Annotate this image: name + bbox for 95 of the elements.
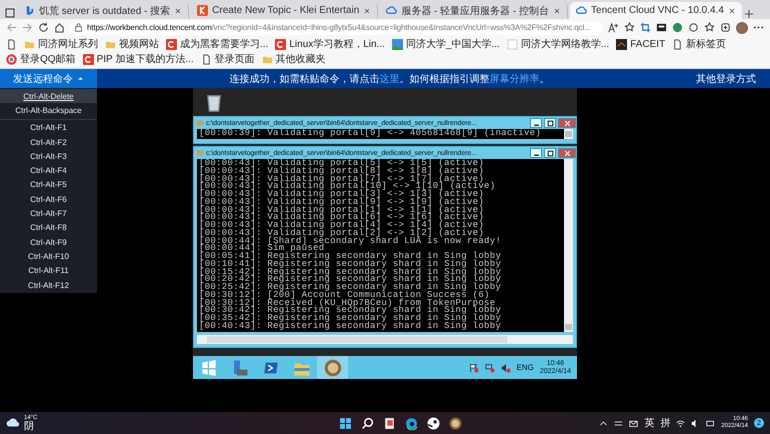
scrollbar[interactable] xyxy=(564,129,573,139)
command-item[interactable]: Ctrl-Alt-Delete xyxy=(0,89,97,104)
command-item[interactable]: Ctrl-Alt-F8 xyxy=(0,220,97,235)
mail-icon[interactable] xyxy=(629,418,638,428)
maximize-icon xyxy=(546,150,554,156)
command-item[interactable]: Ctrl-Alt-F2 xyxy=(0,134,97,150)
maximize-icon xyxy=(546,120,554,126)
search-logo-icon xyxy=(24,5,35,16)
globe-icon[interactable] xyxy=(672,22,683,33)
lock-icon xyxy=(74,23,83,32)
close-button[interactable] xyxy=(558,118,576,128)
bookmark[interactable]: Linux学习教程，Lin... xyxy=(275,37,385,51)
letter-c-icon xyxy=(166,38,177,50)
bookmark[interactable]: 同济大学网络教学... xyxy=(506,37,610,51)
command-item[interactable]: Ctrl-Alt-F5 xyxy=(0,178,97,192)
page-icon xyxy=(6,38,17,50)
star-plus-icon[interactable] xyxy=(624,22,635,33)
send-command-menu[interactable]: 发送远程命令 xyxy=(0,69,97,88)
caret-up-icon xyxy=(77,75,84,82)
scrollbar[interactable] xyxy=(197,334,573,344)
terminal-icon[interactable] xyxy=(262,360,278,376)
bookmark[interactable]: 其他收藏夹 xyxy=(262,52,326,66)
bookmark[interactable]: 成为黑客需要学习... xyxy=(166,37,268,51)
close-icon[interactable] xyxy=(174,6,182,14)
page-icon xyxy=(672,38,684,50)
flag-icon xyxy=(468,362,478,372)
close-icon xyxy=(564,120,570,126)
command-item[interactable]: Ctrl-Alt-F9 xyxy=(0,234,97,250)
letter-k-icon xyxy=(197,5,208,16)
login-method-link[interactable]: 其他登录方式 xyxy=(682,72,770,86)
ime-mode[interactable]: 拼 xyxy=(660,416,670,430)
command-item[interactable]: Ctrl-Alt-F4 xyxy=(0,163,97,178)
landscape-icon xyxy=(392,38,403,50)
battery-icon[interactable] xyxy=(706,418,716,428)
tab-actions-icon[interactable] xyxy=(4,7,16,19)
blank-page-icon xyxy=(506,38,518,50)
console-app-icon xyxy=(196,149,204,157)
chevron-up-icon[interactable] xyxy=(599,418,608,428)
letter-c-icon xyxy=(275,38,286,50)
speaker-icon xyxy=(500,362,510,372)
input-language[interactable]: ENG xyxy=(516,363,534,372)
minimize-button[interactable] xyxy=(530,118,542,128)
read-aloud-icon[interactable] xyxy=(608,22,619,33)
dark-tile-icon xyxy=(616,38,628,50)
close-icon[interactable] xyxy=(728,6,736,14)
command-item[interactable]: Ctrl-Alt-F1 xyxy=(0,120,97,135)
wifi-icon[interactable] xyxy=(676,418,686,428)
connection-message: 连接成功，如需粘贴命令，请点击这里。如何根据指引调整屏幕分辨率。 xyxy=(228,72,550,86)
help-link[interactable]: 这里 xyxy=(380,74,400,84)
bookmark[interactable]: 同济大学_中国大学... xyxy=(392,37,500,51)
maximize-button[interactable] xyxy=(544,118,556,128)
command-item[interactable]: Ctrl-Alt-F10 xyxy=(0,249,97,264)
favorites-icon[interactable] xyxy=(704,22,715,33)
help-link[interactable]: 屏幕分辨率 xyxy=(490,74,540,84)
profile-avatar[interactable] xyxy=(736,22,748,34)
letter-c-icon xyxy=(82,54,94,64)
bookmark[interactable]: PIP 加速下载的方法... xyxy=(82,52,194,66)
collections-icon[interactable] xyxy=(720,22,731,33)
home-icon[interactable] xyxy=(54,22,65,33)
command-item[interactable]: Ctrl-Alt-F11 xyxy=(0,264,97,278)
command-item[interactable]: Ctrl-Alt-Backspace xyxy=(0,103,97,118)
new-tab-icon[interactable] xyxy=(744,9,754,19)
forward-icon[interactable] xyxy=(22,22,33,33)
command-item[interactable]: Ctrl-Alt-F7 xyxy=(0,206,97,221)
scrollbar[interactable] xyxy=(564,159,573,332)
bookmark[interactable]: FACEIT xyxy=(616,38,666,50)
crop-icon[interactable] xyxy=(640,22,651,33)
cloud-icon xyxy=(386,5,398,16)
console-app-icon xyxy=(196,119,204,127)
bookmark[interactable]: 视频网站 xyxy=(105,37,159,51)
close-button[interactable] xyxy=(558,148,576,158)
tray-icon[interactable] xyxy=(614,418,624,428)
bookmark[interactable]: 同济网址系列 xyxy=(24,37,98,51)
reload-icon[interactable] xyxy=(38,22,49,33)
bookmark[interactable]: 新标签页 xyxy=(672,37,726,51)
command-item[interactable]: Ctrl-Alt-F12 xyxy=(0,278,97,292)
page-icon xyxy=(200,54,212,64)
ring-icon xyxy=(6,54,17,64)
start-icon[interactable] xyxy=(200,360,216,376)
close-icon[interactable] xyxy=(363,6,372,14)
maximize-button[interactable] xyxy=(544,148,556,158)
close-icon[interactable] xyxy=(553,6,562,14)
back-icon[interactable] xyxy=(6,22,17,33)
minimize-button[interactable] xyxy=(530,148,542,158)
bookmark[interactable]: 登录页面 xyxy=(200,52,255,66)
browser-tab[interactable]: Tencent Cloud VNC - 10.0.4.4 xyxy=(570,2,742,19)
command-item[interactable]: Ctrl-Alt-F6 xyxy=(0,192,97,206)
address-bar[interactable]: https://workbench.cloud.tencent.com/vnc?regionId=4&instanceId=lhins-g8ytx5u4&source=lighthouse&InstanceVncUrl=wss%3A%2F%2Fshvnc.qcl... xyxy=(70,20,603,34)
close-icon xyxy=(564,150,570,156)
network-icon xyxy=(484,362,494,372)
ime-language[interactable]: 英 xyxy=(644,416,654,430)
cloud-icon xyxy=(576,5,588,16)
command-item[interactable]: Ctrl-Alt-F3 xyxy=(0,149,97,164)
tile-icon[interactable] xyxy=(656,22,667,33)
bookmark[interactable]: 登录QQ邮箱 xyxy=(6,52,76,66)
